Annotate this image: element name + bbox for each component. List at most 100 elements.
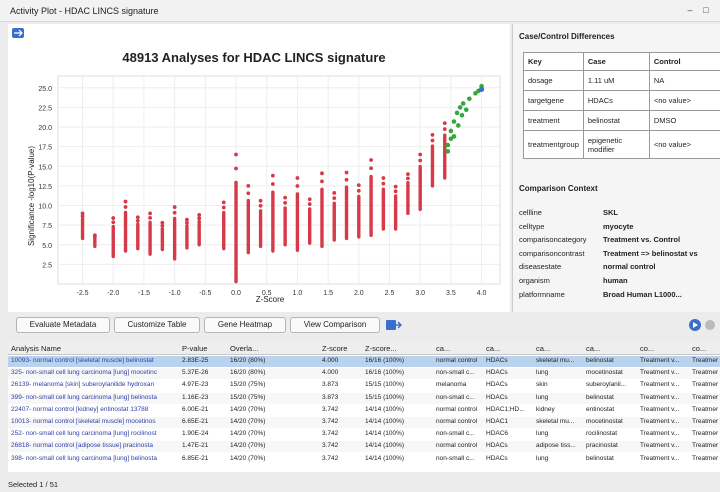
data-point [135, 215, 140, 220]
table-cell: 6.00E-21 [182, 405, 209, 413]
table-cell: kidney [536, 405, 555, 413]
data-point [123, 205, 128, 209]
data-point [381, 181, 386, 186]
header-case-2[interactable]: ca... [486, 344, 500, 353]
table-row[interactable]: 22407- normal control [kidney] entinosta… [8, 405, 720, 416]
x-tick-label: -2.0 [107, 290, 119, 297]
table-row[interactable]: 399- non-small cell lung carcinoma [lung… [8, 392, 720, 404]
table-cell: 15/15 (100%) [365, 393, 405, 401]
table-cell: Treatmer [692, 405, 719, 413]
highlight-point [455, 123, 461, 128]
header-z-score-count[interactable]: Z-score... [365, 344, 397, 353]
header-case-4[interactable]: ca... [586, 344, 600, 353]
table-cell: rocilinostat [586, 430, 618, 438]
y-tick-label: 17.5 [38, 145, 52, 152]
header-control-2[interactable]: co... [692, 344, 706, 353]
table-cell: 10093- normal control [skeletal muscle] … [11, 357, 154, 364]
table-row[interactable]: 26818- normal control [adipose tissue] p… [8, 441, 720, 453]
data-point [332, 191, 337, 195]
header-analysis-name[interactable]: Analysis Name [11, 344, 61, 353]
data-point [381, 176, 386, 180]
table-row[interactable]: 398- non-small cell lung carcinoma [lung… [8, 454, 720, 465]
table-row[interactable]: 10013- normal control [skeletal muscle] … [8, 417, 720, 428]
table-cell: lung [536, 393, 549, 401]
data-point [295, 184, 300, 188]
header-p-value[interactable]: P-value [182, 344, 207, 353]
context-row: comparisoncategory Treatment vs. Control [519, 235, 720, 249]
diff-control: DMSO [648, 110, 720, 131]
table-cell: Treatment v... [640, 393, 680, 401]
table-cell: 15/20 (75%) [230, 393, 266, 401]
header-overlap[interactable]: Overla... [230, 344, 258, 353]
diff-row[interactable]: targetgene HDACs <no value> [523, 90, 720, 111]
table-cell: normal control [436, 357, 478, 364]
table-cell: 3.742 [322, 430, 339, 438]
table-cell: 4.97E-23 [182, 381, 209, 389]
view-comparison-button[interactable]: View Comparison [290, 317, 380, 333]
table-cell: 14/20 (70%) [230, 442, 266, 450]
table-row[interactable]: 26139- melanoma [skin] suberoylanilide h… [8, 380, 720, 391]
x-tick-label: 3.0 [415, 290, 425, 297]
table-cell: mocetinostat [586, 418, 623, 425]
y-axis-label: Significance -log10(P-value) [27, 146, 36, 246]
highlight-point [457, 105, 463, 110]
y-tick-label: 25.0 [38, 86, 52, 93]
action-toolbar: Evaluate Metadata Customize Table Gene H… [0, 314, 720, 338]
data-point [172, 210, 177, 215]
table-header: Analysis Name P-value Overla... Z-score … [8, 342, 720, 355]
header-z-score[interactable]: Z-score [322, 344, 347, 353]
diff-key: treatmentgroup [523, 130, 584, 159]
x-tick-label: 1.5 [323, 290, 333, 297]
maximize-icon[interactable]: □ [700, 4, 712, 16]
col-header-control: Control [648, 52, 720, 71]
customize-table-button[interactable]: Customize Table [114, 317, 200, 333]
table-cell: 5.37E-26 [182, 369, 209, 377]
highlight-point [445, 142, 451, 148]
gene-heatmap-button[interactable]: Gene Heatmap [204, 317, 286, 333]
x-tick-label: -1.0 [169, 290, 181, 297]
data-point [295, 176, 300, 180]
diff-row[interactable]: treatment belinostat DMSO [523, 110, 720, 131]
table-row[interactable]: 325- non-small cell lung carcinoma [lung… [8, 368, 720, 380]
header-case-1[interactable]: ca... [436, 344, 450, 353]
table-cell: 3.742 [322, 418, 339, 425]
y-tick-label: 5.0 [42, 243, 52, 250]
table-cell: Treatmer [692, 381, 719, 389]
y-tick-label: 12.5 [38, 184, 52, 191]
diff-control: <no value> [648, 90, 720, 111]
header-control-1[interactable]: co... [640, 344, 654, 353]
table-cell: 14/14 (100%) [365, 418, 405, 425]
context-key: comparisoncategory [519, 235, 587, 245]
highlight-point [451, 134, 457, 139]
data-point [430, 132, 435, 137]
minimize-icon[interactable]: – [684, 4, 696, 16]
highlight-point [448, 128, 454, 134]
data-point [246, 191, 251, 196]
diff-row[interactable]: treatmentgroup epigenetic modifier <no v… [523, 130, 720, 159]
table-cell: 26139- melanoma [skin] suberoylanilide h… [11, 381, 155, 389]
export-icon[interactable] [386, 319, 402, 331]
context-row: comparisoncontrast Treatment => belinosta… [519, 249, 720, 263]
diff-row[interactable]: dosage 1.11 uM NA [523, 70, 720, 91]
table-row[interactable]: 10093- normal control [skeletal muscle] … [8, 356, 720, 367]
table-cell: 398- non-small cell lung carcinoma [lung… [11, 454, 157, 462]
table-cell: 3.742 [322, 405, 339, 413]
table-cell: Treatment v... [640, 430, 680, 438]
selected-point [478, 86, 485, 92]
header-case-3[interactable]: ca... [536, 344, 550, 353]
x-tick-label: 4.0 [477, 290, 487, 297]
table-cell: normal control [436, 405, 478, 413]
table-row[interactable]: 252- non-small cell lung carcinoma [lung… [8, 429, 720, 440]
zoom-reset-icon[interactable] [12, 28, 24, 38]
diff-key: targetgene [523, 90, 584, 111]
data-point [356, 183, 361, 188]
run-icon[interactable] [688, 318, 716, 332]
table-cell: lung [536, 454, 549, 462]
window-title: Activity Plot - HDAC LINCS signature [10, 6, 159, 16]
context-key: comparisoncontrast [519, 248, 585, 258]
evaluate-metadata-button[interactable]: Evaluate Metadata [16, 317, 110, 333]
table-cell: 4.000 [322, 369, 339, 377]
table-cell: 16/20 (80%) [230, 369, 266, 377]
table-cell: 3.742 [322, 454, 339, 462]
activity-scatter-plot[interactable]: 48913 Analyses for HDAC LINCS signature … [8, 24, 510, 312]
